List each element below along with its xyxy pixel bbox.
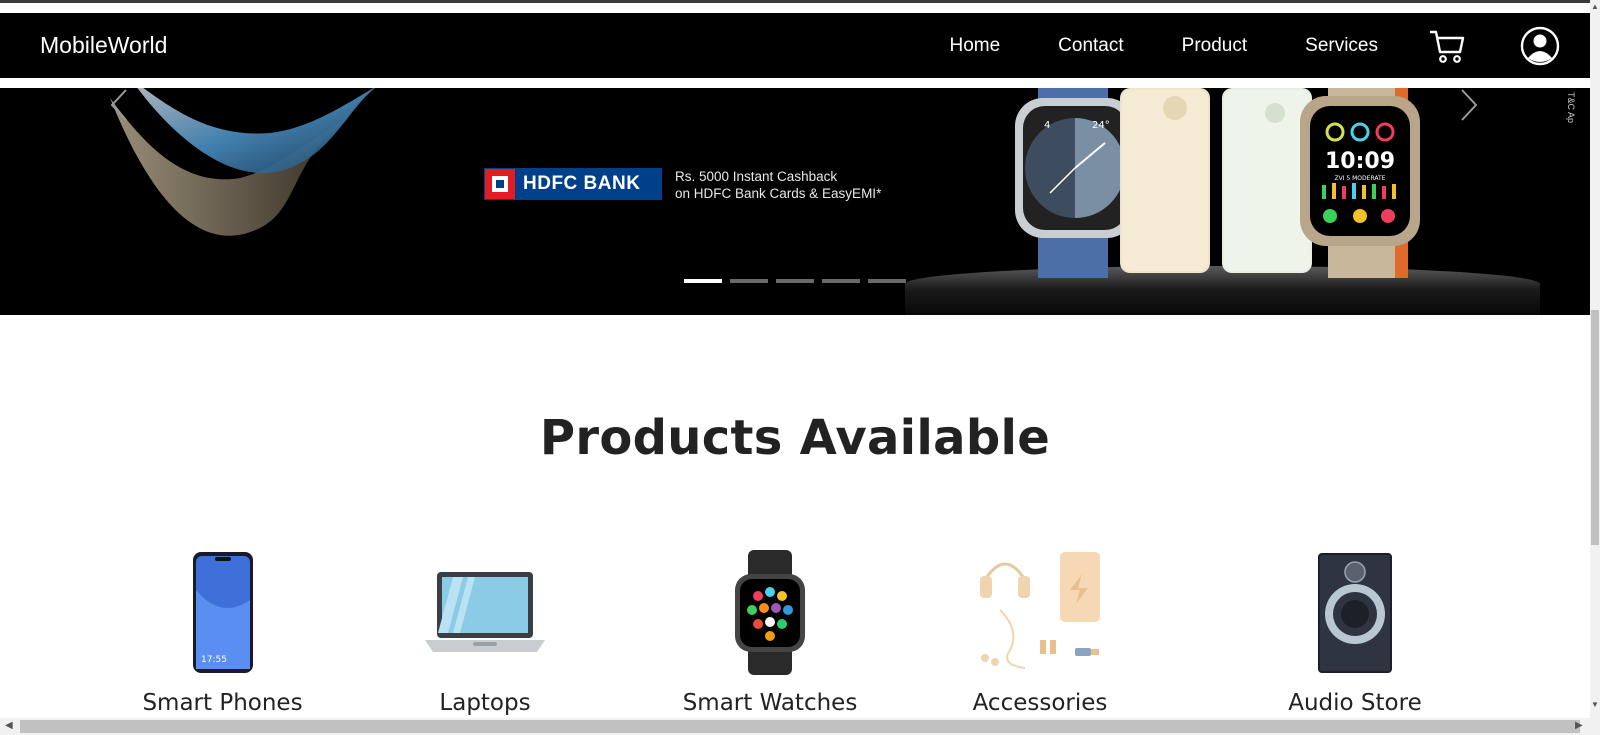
- offer-text: Rs. 5000 Instant Cashback on HDFC Bank C…: [675, 168, 881, 202]
- watch-left-num: 4: [1044, 120, 1050, 131]
- scroll-down-icon[interactable]: ▼: [1591, 700, 1599, 709]
- carousel-next-button[interactable]: [1458, 88, 1480, 129]
- carousel-indicator-4[interactable]: [822, 279, 860, 283]
- category-smart-phones[interactable]: 17:55 Smart Phones: [140, 550, 305, 716]
- vertical-scroll-thumb[interactable]: [1591, 310, 1599, 545]
- phone-time: 17:55: [201, 655, 227, 665]
- nav-links: Home Contact Product Services: [949, 26, 1590, 66]
- category-audio-store[interactable]: Audio Store: [1275, 550, 1435, 716]
- watch-left-temp: 24°: [1092, 120, 1110, 131]
- category-smart-watches[interactable]: Smart Watches: [675, 550, 865, 716]
- terms-text: T&C Ap: [1566, 92, 1576, 124]
- laptop-icon: [425, 571, 545, 652]
- watch-right-subtitle: ZVI 5 MODERATE: [1335, 175, 1386, 182]
- nav-link-home[interactable]: Home: [949, 35, 1000, 57]
- category-label: Smart Watches: [682, 690, 858, 716]
- chevron-right-icon: [1461, 89, 1478, 121]
- hero-carousel[interactable]: HDFC BANK Rs. 5000 Instant Cashback on H…: [0, 88, 1590, 315]
- category-label: Audio Store: [1288, 690, 1422, 716]
- category-laptops[interactable]: Laptops: [420, 550, 550, 716]
- category-label: Laptops: [439, 690, 531, 716]
- category-accessories[interactable]: Accessories: [955, 550, 1125, 716]
- horizontal-scrollbar[interactable]: ◀ ▶: [0, 718, 1590, 735]
- product-categories: 17:55 Smart Phones Laptops Smart Watches…: [0, 550, 1590, 720]
- wave-artwork: [110, 88, 375, 236]
- smartwatch-icon: [735, 550, 805, 675]
- carousel-indicator-2[interactable]: [730, 279, 768, 283]
- speaker-icon: [1318, 552, 1392, 673]
- scroll-right-icon[interactable]: ▶: [1575, 720, 1583, 731]
- scroll-up-icon[interactable]: ▲: [1591, 2, 1599, 11]
- carousel-prev-button[interactable]: [108, 88, 130, 129]
- user-circle-icon[interactable]: [1520, 26, 1560, 66]
- category-label: Accessories: [972, 690, 1108, 716]
- carousel-indicators: [684, 279, 914, 283]
- chevron-left-icon: [110, 89, 127, 121]
- nav-link-services[interactable]: Services: [1305, 35, 1378, 57]
- carousel-indicator-1[interactable]: [684, 279, 722, 283]
- smartphone-icon: 17:55: [192, 552, 253, 673]
- section-title: Products Available: [539, 410, 1051, 466]
- offer-line-2: on HDFC Bank Cards & EasyEMI*: [675, 186, 882, 201]
- accessories-icon: [980, 552, 1100, 669]
- scroll-left-icon[interactable]: ◀: [5, 720, 13, 731]
- offer-line-1: Rs. 5000 Instant Cashback: [675, 169, 838, 184]
- window-top-border: [0, 0, 1600, 3]
- carousel-indicator-3[interactable]: [776, 279, 814, 283]
- brand-logo[interactable]: MobileWorld: [40, 32, 167, 59]
- vertical-scrollbar[interactable]: ▲ ▼: [1590, 0, 1600, 735]
- hdfc-mark-icon: [485, 169, 515, 199]
- hdfc-bank-name: HDFC BANK: [523, 173, 641, 194]
- horizontal-scroll-thumb[interactable]: [20, 720, 1580, 733]
- hdfc-bank-logo: HDFC BANK: [484, 168, 662, 200]
- category-label: Smart Phones: [142, 690, 303, 716]
- products-showcase-image: 4 24° 10:09 ZVI 5 MODERATE: [1015, 88, 1420, 278]
- cart-icon[interactable]: [1428, 28, 1466, 64]
- nav-link-contact[interactable]: Contact: [1058, 35, 1123, 57]
- navbar: MobileWorld Home Contact Product Service…: [0, 13, 1590, 78]
- nav-link-product[interactable]: Product: [1182, 35, 1247, 57]
- carousel-indicator-5[interactable]: [868, 279, 906, 283]
- watch-right-time: 10:09: [1325, 149, 1395, 174]
